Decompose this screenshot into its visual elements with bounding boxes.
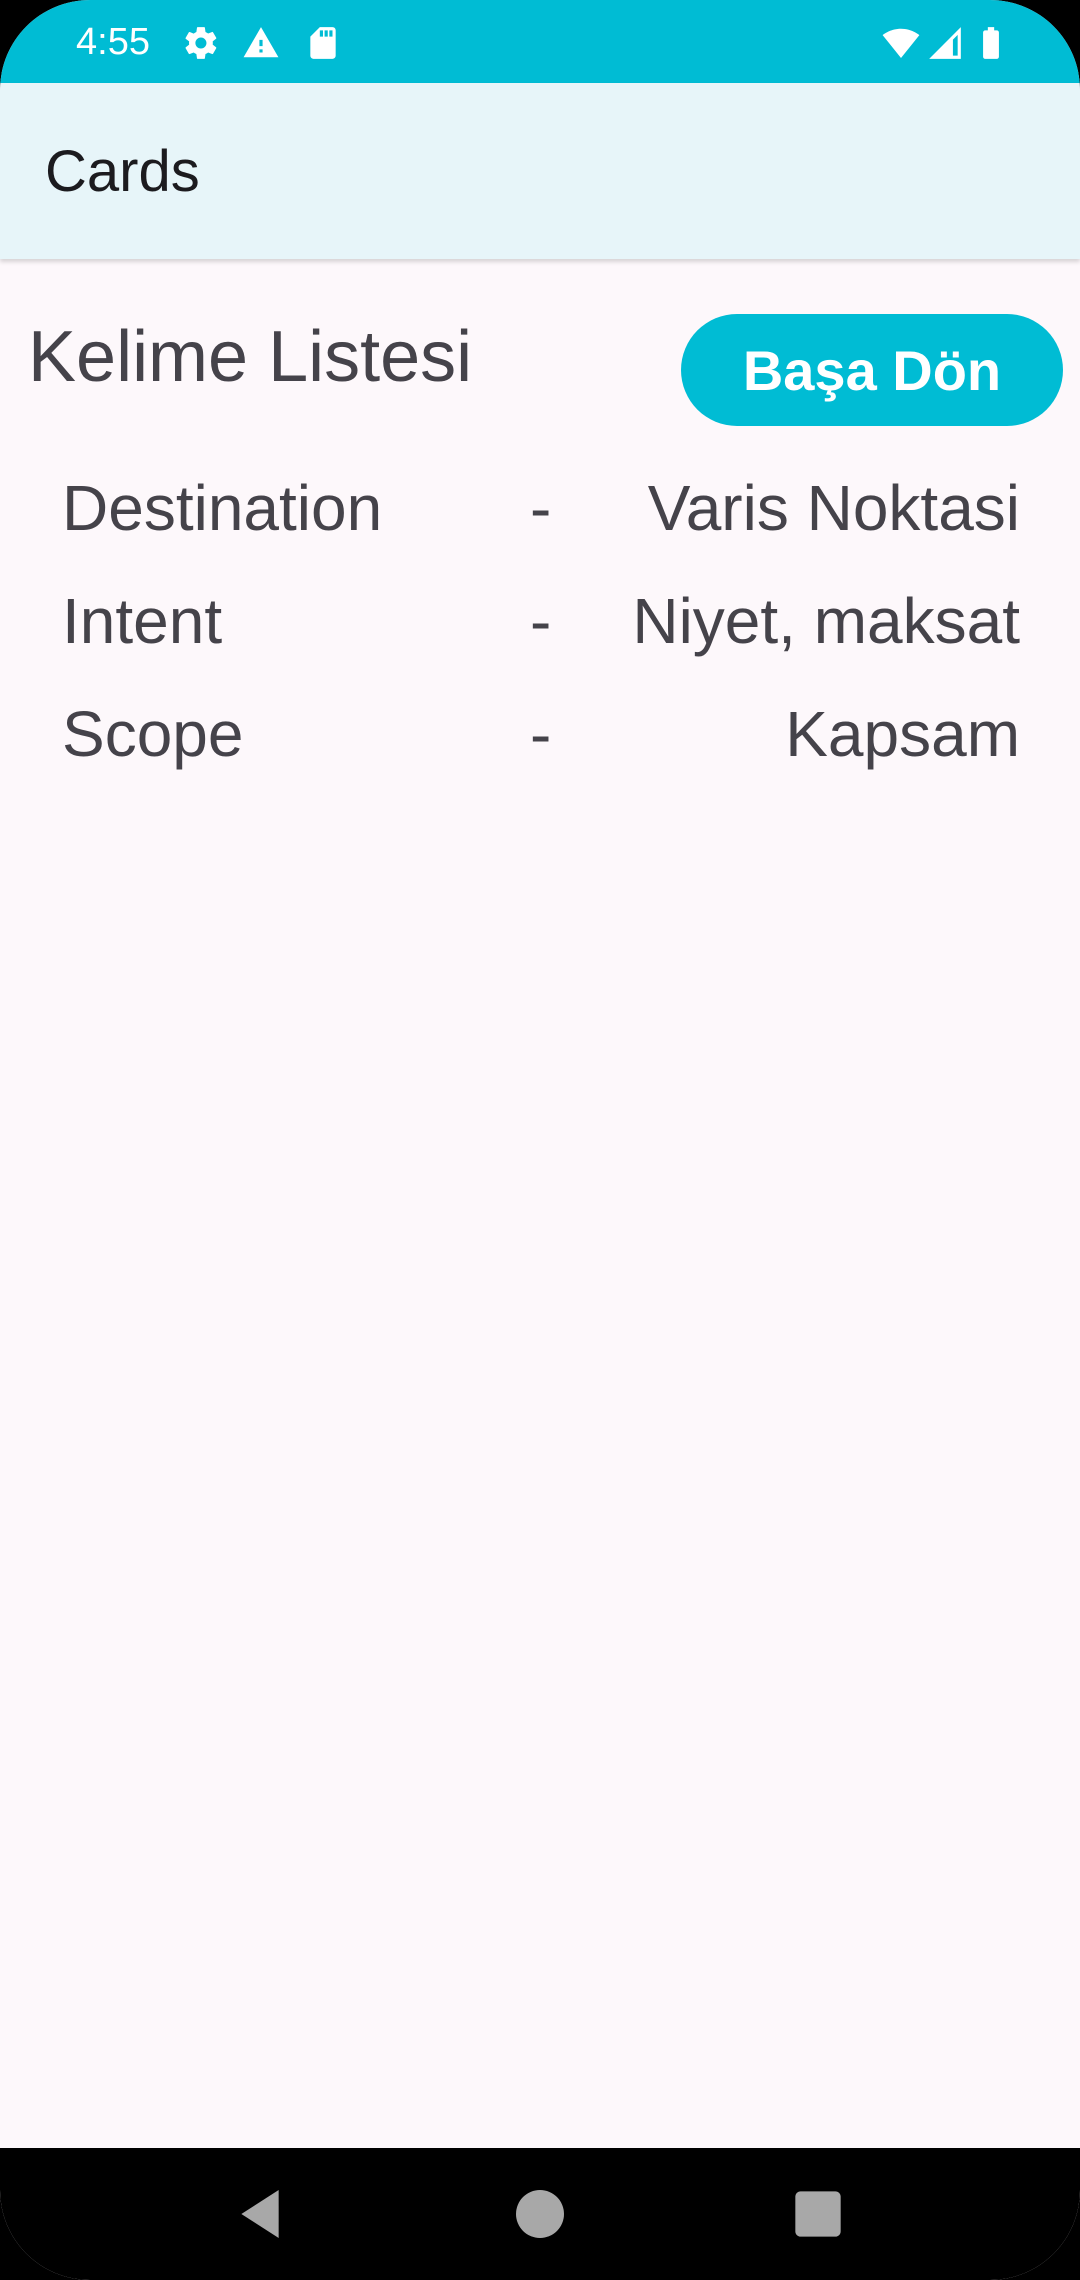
back-triangle-icon[interactable] bbox=[228, 2182, 292, 2246]
word-separator: - bbox=[530, 585, 552, 657]
word-row: Scope - Kapsam bbox=[0, 684, 1080, 797]
battery-icon bbox=[972, 24, 1010, 62]
word-turkish: Niyet, maksat bbox=[632, 585, 1020, 657]
word-separator: - bbox=[530, 698, 552, 770]
gear-icon bbox=[182, 24, 220, 62]
word-english: Intent bbox=[62, 585, 223, 657]
status-bar: 4:55 bbox=[0, 0, 1080, 83]
status-time: 4:55 bbox=[76, 21, 150, 63]
home-circle-icon[interactable] bbox=[508, 2182, 572, 2246]
word-english: Scope bbox=[62, 698, 244, 770]
word-turkish: Kapsam bbox=[785, 698, 1020, 770]
sd-card-icon bbox=[304, 24, 342, 62]
word-english: Destination bbox=[62, 472, 383, 544]
cell-signal-icon bbox=[926, 24, 964, 62]
word-turkish: Varis Noktasi bbox=[647, 472, 1020, 544]
recents-square-icon[interactable] bbox=[786, 2182, 850, 2246]
wifi-icon bbox=[882, 24, 920, 62]
page-heading: Kelime Listesi bbox=[28, 317, 473, 397]
word-row: Intent - Niyet, maksat bbox=[0, 571, 1080, 684]
app-screen: 4:55 Cards Kelime Listesi Başa Dön Desti… bbox=[0, 0, 1080, 2280]
navigation-bar bbox=[0, 2148, 1080, 2280]
word-list: Destination - Varis Noktasi Intent - Niy… bbox=[0, 458, 1080, 797]
warning-icon bbox=[242, 24, 280, 62]
back-to-start-button[interactable]: Başa Dön bbox=[681, 314, 1063, 426]
word-separator: - bbox=[530, 472, 552, 544]
app-bar: Cards bbox=[0, 83, 1080, 259]
app-title: Cards bbox=[45, 139, 200, 204]
word-row: Destination - Varis Noktasi bbox=[0, 458, 1080, 571]
